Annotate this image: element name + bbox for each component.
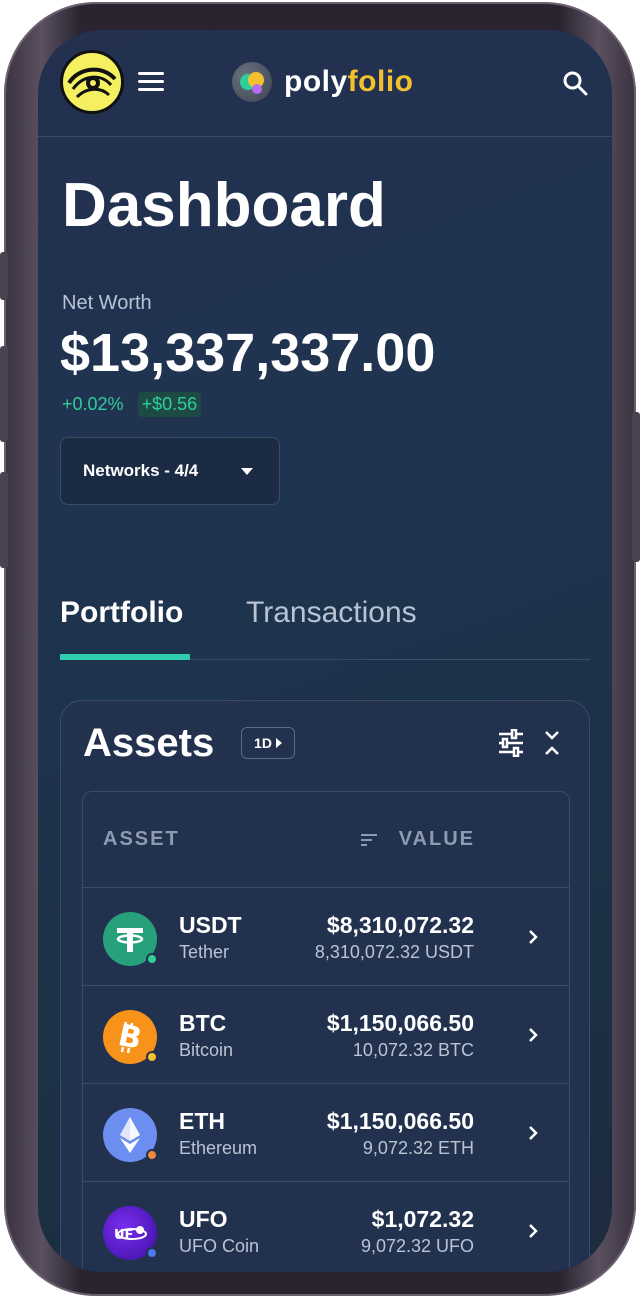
asset-usd-value: $1,150,066.50: [326, 1010, 474, 1036]
asset-symbol: USDT: [179, 912, 242, 938]
asset-name: Ethereum: [179, 1138, 258, 1158]
svg-text:UF: UF: [114, 1228, 133, 1243]
logo-text-poly: poly: [284, 65, 348, 98]
network-badge: [146, 1149, 158, 1161]
asset-symbol: ETH: [179, 1108, 225, 1134]
net-worth-change: +0.02% +$0.56: [62, 392, 202, 417]
asset-symbol: BTC: [179, 1010, 227, 1036]
app-screen: polyfolio Dashboard Net Worth $13,337,33…: [38, 30, 612, 1272]
tab-bar: Portfolio Transactions: [60, 590, 590, 660]
ethereum-icon: [103, 1108, 158, 1162]
asset-usd-value: $1,150,066.50: [326, 1108, 474, 1134]
network-badge: [146, 1051, 158, 1063]
tab-transactions[interactable]: Transactions: [246, 596, 417, 630]
asset-amount: 9,072.32 UFO: [360, 1236, 474, 1256]
logo-icon: [232, 62, 272, 102]
asset-usd-value: $8,310,072.32: [326, 912, 474, 938]
phone-button: [0, 346, 8, 442]
logo-text: polyfolio: [284, 65, 413, 99]
ufo-coin-icon: UF: [103, 1206, 158, 1260]
search-icon[interactable]: [562, 70, 588, 96]
chevron-right-icon[interactable]: [527, 1124, 539, 1142]
assets-table: ASSET VALUE USDT Tether $8,310,072.32 8,…: [82, 791, 570, 1272]
chevron-right-icon[interactable]: [527, 1222, 539, 1240]
play-arrow-icon: [275, 738, 282, 748]
chevron-right-icon[interactable]: [527, 1026, 539, 1044]
phone-button: [632, 412, 640, 562]
assets-card: Assets 1D ASSET VALUE USDT Tether $8,310…: [60, 700, 590, 1272]
network-badge: [146, 953, 158, 965]
asset-amount: 9,072.32 ETH: [362, 1138, 474, 1158]
phone-button: [0, 472, 8, 568]
app-logo: polyfolio: [232, 62, 413, 102]
phone-button: [0, 252, 8, 300]
change-usd-badge: +$0.56: [137, 392, 202, 417]
caret-down-icon: [241, 468, 253, 475]
tab-portfolio[interactable]: Portfolio: [60, 596, 183, 630]
asset-usd-value: $1,072.32: [371, 1206, 474, 1232]
asset-row-btc[interactable]: B BTC Bitcoin $1,150,066.50 10,072.32 BT…: [83, 986, 569, 1084]
asset-amount: 8,310,072.32 USDT: [314, 942, 474, 962]
active-tab-indicator: [60, 654, 190, 660]
logo-text-folio: folio: [347, 65, 414, 98]
asset-symbol: UFO: [179, 1206, 228, 1232]
bitcoin-icon: B: [103, 1010, 158, 1064]
change-percent: +0.02%: [62, 394, 124, 414]
assets-title: Assets: [83, 721, 215, 765]
filter-settings-icon[interactable]: [497, 728, 525, 758]
net-worth-label: Net Worth: [62, 292, 152, 314]
asset-name: Tether: [179, 942, 230, 962]
table-header: ASSET VALUE: [83, 792, 569, 888]
net-worth-value: $13,337,337.00: [60, 323, 436, 383]
period-label: 1D: [254, 735, 272, 751]
collapse-icon[interactable]: [543, 729, 561, 757]
column-header-asset[interactable]: ASSET: [103, 828, 180, 851]
chevron-right-icon[interactable]: [527, 928, 539, 946]
asset-row-ufo[interactable]: UF UFO UFO Coin $1,072.32 9,072.32 UFO: [83, 1182, 569, 1272]
menu-icon[interactable]: [138, 72, 164, 92]
asset-name: Bitcoin: [179, 1040, 234, 1060]
avatar[interactable]: [60, 50, 124, 114]
column-header-value[interactable]: VALUE: [399, 828, 475, 851]
networks-label: Networks - 4/4: [83, 461, 199, 480]
networks-dropdown[interactable]: Networks - 4/4: [60, 437, 280, 505]
phone-frame: polyfolio Dashboard Net Worth $13,337,33…: [0, 2, 640, 1296]
sort-icon[interactable]: [361, 833, 377, 847]
asset-amount: 10,072.32 BTC: [352, 1040, 474, 1060]
asset-name: UFO Coin: [179, 1236, 260, 1256]
tether-icon: [103, 912, 158, 966]
network-badge: [146, 1247, 158, 1259]
period-selector-button[interactable]: 1D: [241, 727, 295, 759]
asset-row-eth[interactable]: ETH Ethereum $1,150,066.50 9,072.32 ETH: [83, 1084, 569, 1182]
page-title: Dashboard: [62, 171, 386, 240]
asset-row-usdt[interactable]: USDT Tether $8,310,072.32 8,310,072.32 U…: [83, 888, 569, 986]
app-header: polyfolio: [38, 30, 612, 137]
